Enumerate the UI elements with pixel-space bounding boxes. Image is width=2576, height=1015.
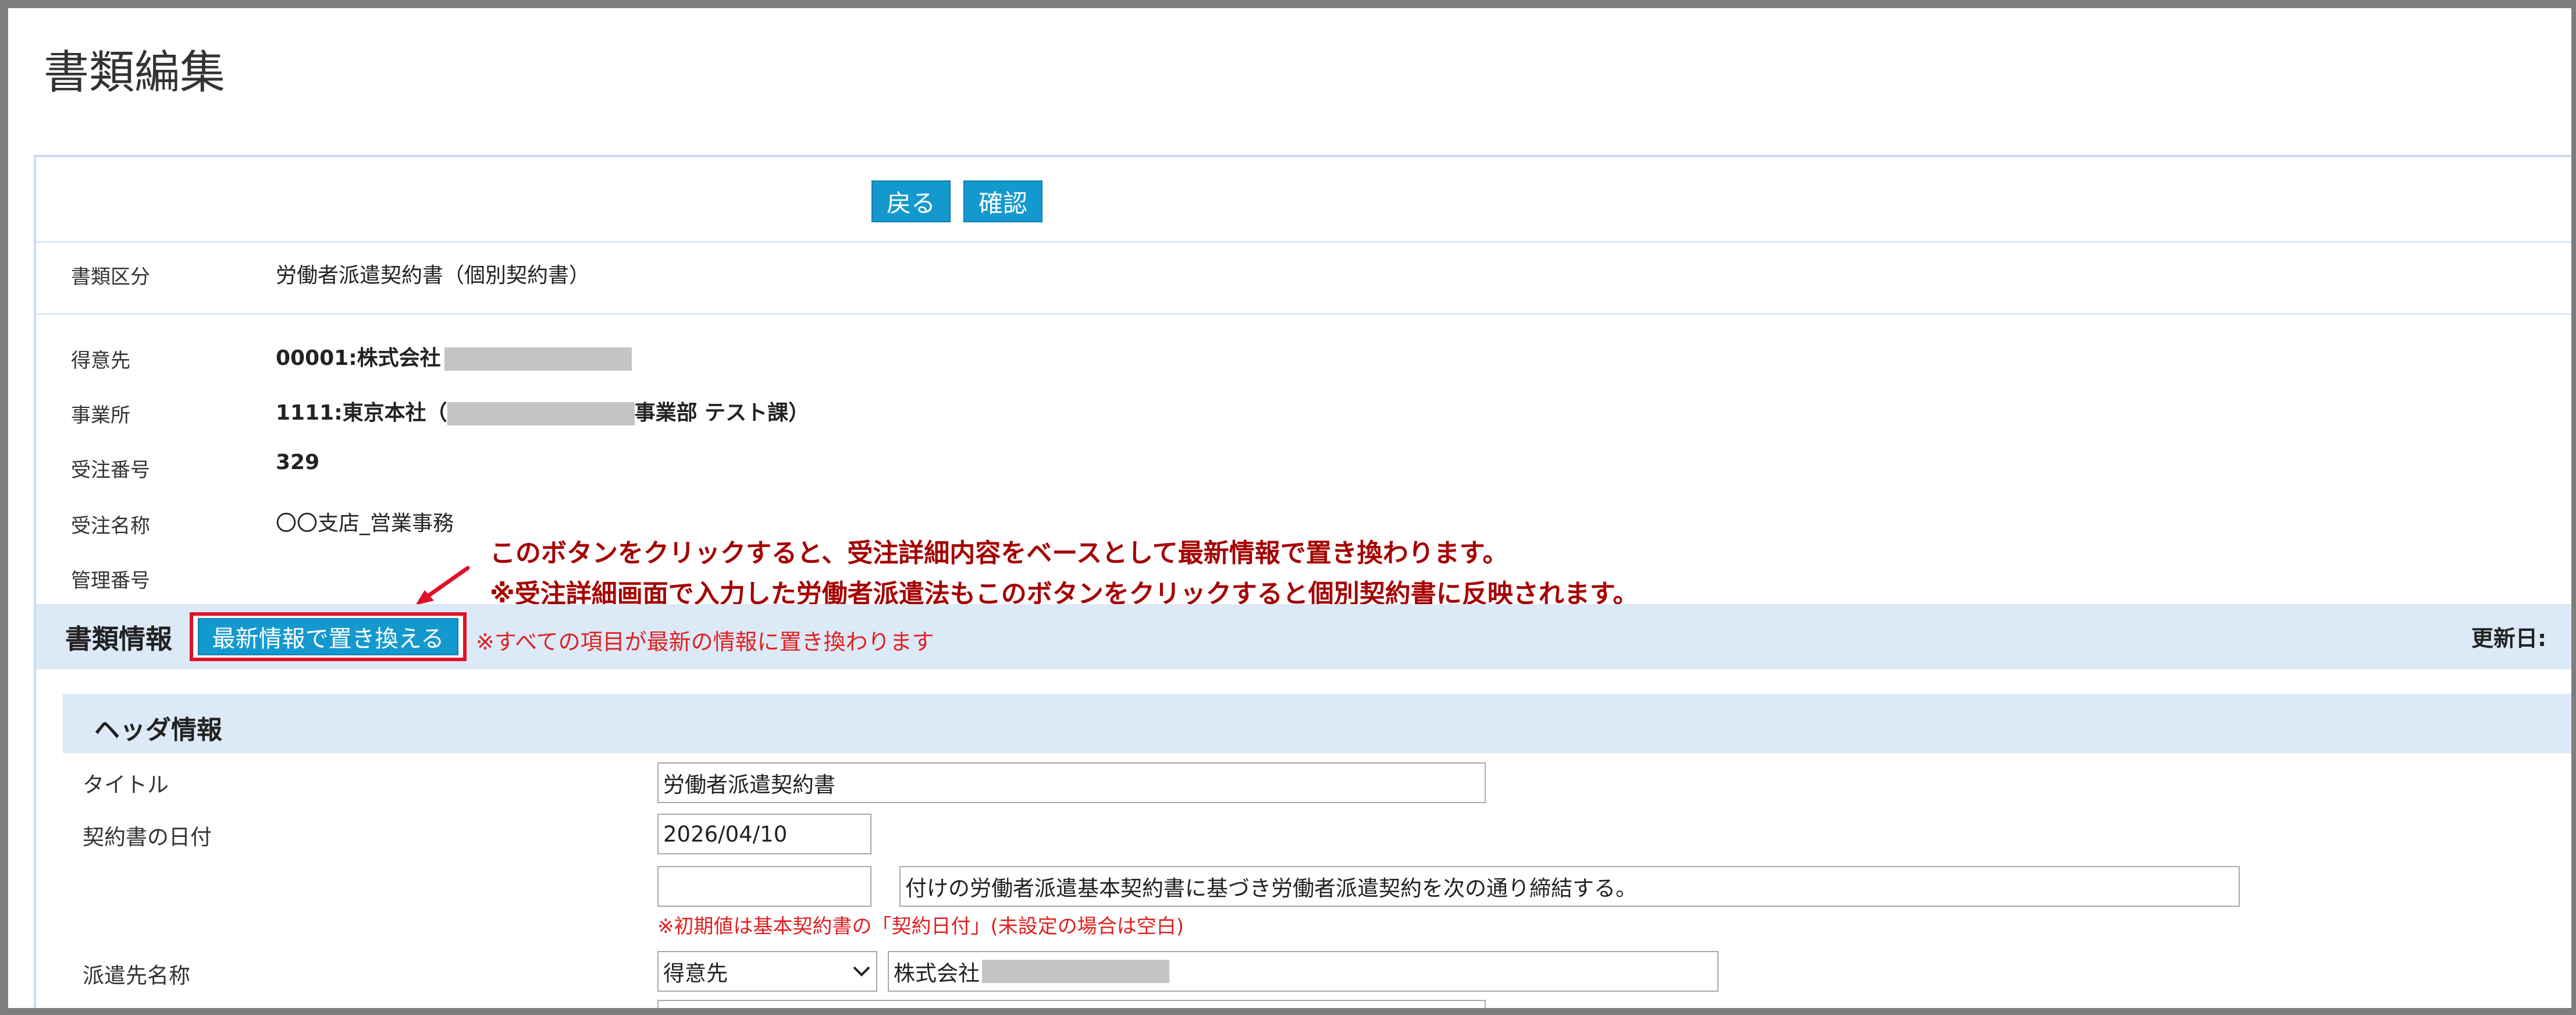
title-label: タイトル xyxy=(83,772,169,797)
client-value-text: 00001:株式会社 xyxy=(276,346,441,370)
redacted-block xyxy=(982,960,1169,983)
divider xyxy=(36,241,2576,243)
next-field-input[interactable] xyxy=(657,1000,1486,1015)
client-label: 得意先 xyxy=(71,349,130,372)
order-name-label: 受注名称 xyxy=(71,514,150,538)
contract-date-label: 契約書の日付 xyxy=(83,825,212,850)
client-value: 00001:株式会社 xyxy=(276,341,632,371)
office-label: 事業所 xyxy=(71,404,130,427)
confirm-button[interactable]: 確認 xyxy=(963,180,1043,222)
contract-date-input[interactable]: 2026/04/10 xyxy=(657,814,871,854)
header-info-heading: ヘッダ情報 xyxy=(94,715,222,745)
office-value-suffix: 事業部 テスト課） xyxy=(634,401,810,425)
dispatch-dest-name-value: 株式会社 xyxy=(894,961,980,986)
header-info-section xyxy=(63,694,2576,753)
page-title: 書類編集 xyxy=(44,47,226,99)
dispatch-dest-select[interactable]: 得意先 xyxy=(657,951,877,992)
doc-info-heading: 書類情報 xyxy=(65,623,172,655)
office-value-prefix: 1111:東京本社（ xyxy=(276,401,447,425)
title-input[interactable]: 労働者派遣契約書 xyxy=(657,762,1486,803)
replace-note: ※すべての項目が最新の情報に置き換わります xyxy=(476,629,934,655)
contract-sentence-input[interactable]: 付けの労働者派遣基本契約書に基づき労働者派遣契約を次の通り締結する。 xyxy=(899,866,2240,907)
chevron-down-icon xyxy=(853,966,870,977)
dispatch-dest-label: 派遣先名称 xyxy=(83,963,190,988)
date-note: ※初期値は基本契約書の「契約日付」(未設定の場合は空白) xyxy=(657,915,1184,938)
replace-latest-button[interactable]: 最新情報で置き換える xyxy=(198,618,458,655)
doc-type-value: 労働者派遣契約書（個別契約書） xyxy=(276,264,590,288)
base-contract-date-input[interactable] xyxy=(657,866,871,907)
updated-label: 更新日: xyxy=(2471,626,2547,651)
back-button[interactable]: 戻る xyxy=(871,180,951,222)
redacted-block xyxy=(444,347,632,371)
doc-type-label: 書類区分 xyxy=(71,265,150,289)
order-no-value: 329 xyxy=(276,450,320,474)
dispatch-dest-select-value: 得意先 xyxy=(663,961,728,986)
annotation-arrow-icon xyxy=(415,566,470,605)
order-name-value: 〇〇支店_営業事務 xyxy=(276,512,454,535)
office-value: 1111:東京本社（ 事業部 テスト課） xyxy=(276,396,809,426)
dispatch-dest-name-input[interactable]: 株式会社 xyxy=(888,951,1718,992)
mgmt-no-label: 管理番号 xyxy=(71,569,150,592)
order-no-label: 受注番号 xyxy=(71,459,150,482)
redacted-block xyxy=(447,402,635,425)
annotation-line-1: このボタンをクリックすると、受注詳細内容をベースとして最新情報で置き換わります。 xyxy=(490,538,1508,568)
divider xyxy=(36,313,2576,315)
